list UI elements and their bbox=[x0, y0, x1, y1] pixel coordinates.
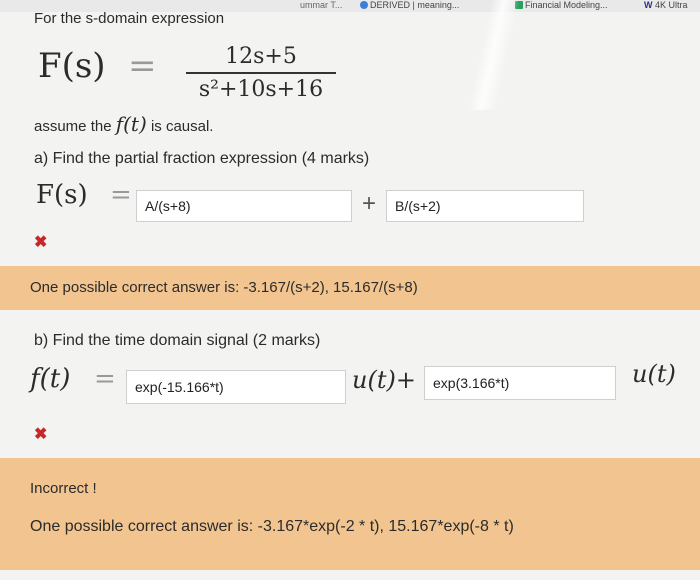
bookmark-financial-modeling[interactable]: Financial Modeling... bbox=[515, 0, 608, 10]
causal-ft: f(t) bbox=[115, 112, 147, 136]
bookmark-fragment[interactable]: ummar T... bbox=[300, 0, 342, 10]
causal-statement: assume the f(t) is causal. bbox=[34, 112, 213, 136]
bookmark-financial-label: Financial Modeling... bbox=[525, 0, 608, 10]
screen-glare bbox=[468, 0, 520, 110]
part-a-input-1[interactable]: A/(s+8) bbox=[136, 190, 352, 222]
part-b-input-1[interactable]: exp(-15.166*t) bbox=[126, 370, 346, 404]
bookmark-4k-ultra[interactable]: W 4K Ultra bbox=[644, 0, 688, 10]
bookmark-derived[interactable]: DERIVED | meaning... bbox=[360, 0, 459, 10]
part-a-wrong-icon: ✖ bbox=[34, 234, 48, 251]
transfer-function-fraction: 12s+5 s²+10s+16 bbox=[186, 44, 336, 102]
equals-sign: = bbox=[128, 46, 157, 86]
causal-prefix: assume the bbox=[34, 118, 112, 135]
bookmark-4k-label: 4K Ultra bbox=[655, 0, 688, 10]
part-a-plus: + bbox=[362, 190, 377, 217]
w-logo-icon: W bbox=[644, 0, 653, 10]
part-b-feedback-panel: Incorrect ! One possible correct answer … bbox=[0, 458, 700, 570]
bookmark-derived-label: DERIVED | meaning... bbox=[370, 0, 460, 10]
causal-suffix: is causal. bbox=[150, 118, 214, 135]
question-intro: For the s-domain expression bbox=[34, 10, 225, 27]
numerator: 12s+5 bbox=[225, 44, 297, 69]
part-a-lhs: F(s) bbox=[36, 180, 88, 210]
incorrect-label: Incorrect ! bbox=[30, 480, 97, 497]
fs-lhs: F(s) bbox=[38, 46, 106, 86]
part-b-unit-step-2: u(t) bbox=[632, 360, 676, 388]
part-a-equals: = bbox=[110, 180, 132, 210]
fraction-bar bbox=[186, 72, 336, 74]
part-a-feedback: One possible correct answer is: -3.167/(… bbox=[0, 266, 700, 310]
part-b-input-2[interactable]: exp(3.166*t) bbox=[424, 366, 616, 400]
part-b-feedback: One possible correct answer is: -3.167*e… bbox=[30, 518, 514, 535]
part-b-lhs: f(t) bbox=[30, 364, 71, 394]
part-b-unit-step-1: u(t)+ bbox=[352, 366, 416, 394]
part-a-input-2[interactable]: B/(s+2) bbox=[386, 190, 584, 222]
part-b-prompt: b) Find the time domain signal (2 marks) bbox=[34, 332, 321, 349]
part-b-equals: = bbox=[94, 364, 116, 394]
part-a-prompt: a) Find the partial fraction expression … bbox=[34, 150, 370, 167]
globe-icon bbox=[360, 1, 368, 9]
part-b-wrong-icon: ✖ bbox=[34, 426, 48, 443]
denominator: s²+10s+16 bbox=[198, 77, 324, 102]
